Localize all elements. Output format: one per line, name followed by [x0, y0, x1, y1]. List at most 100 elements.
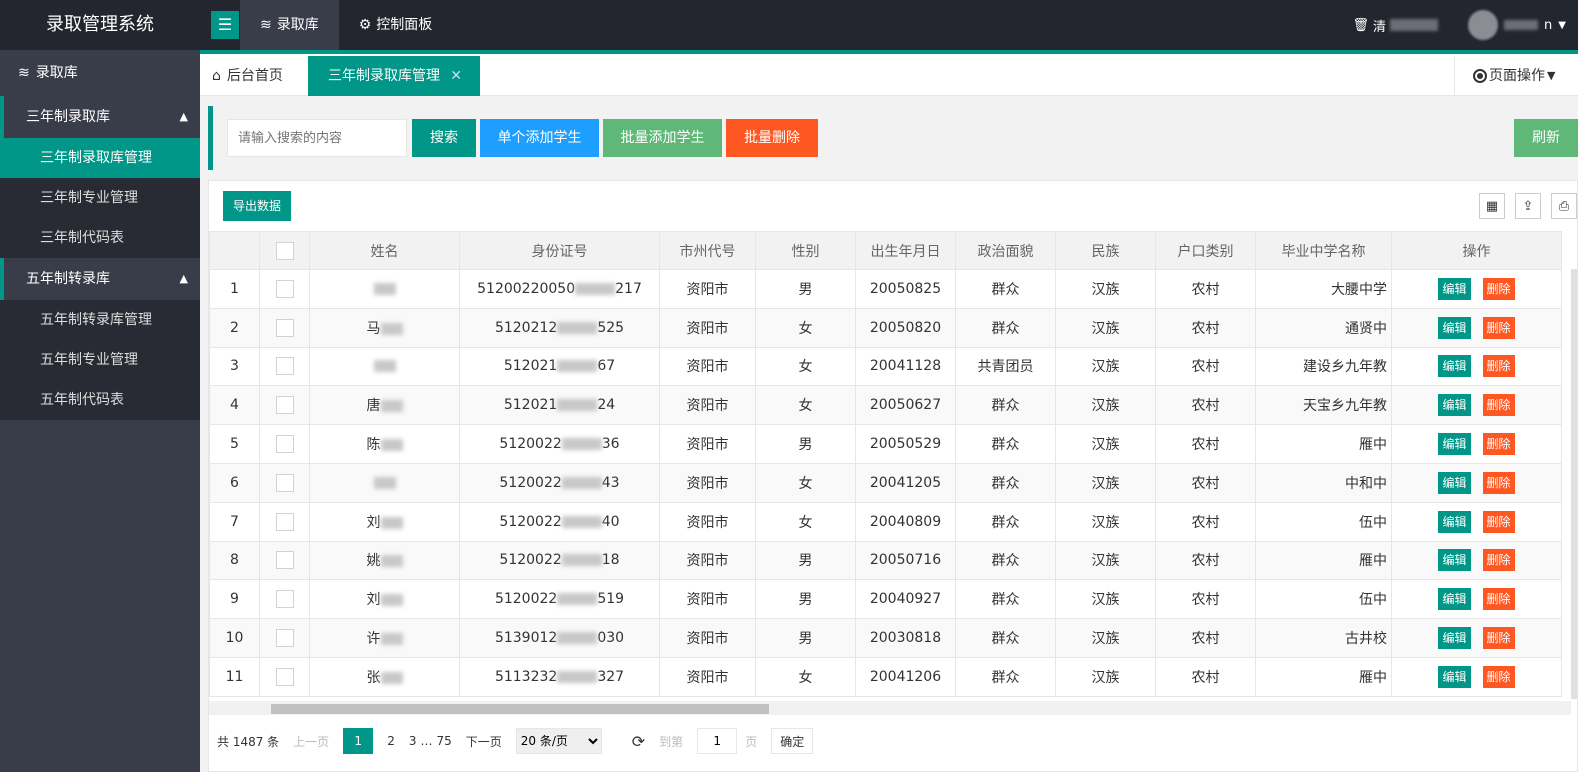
edit-button[interactable]: 编辑 — [1438, 394, 1471, 417]
print-icon[interactable]: ⎙ — [1551, 193, 1577, 219]
column-header[interactable]: 性别 — [755, 231, 856, 270]
page-number[interactable]: 2 — [387, 734, 395, 748]
row-select-cell[interactable] — [259, 462, 310, 503]
table-row[interactable]: 1 51200220050 217 资阳市男 20050825 群众 汉族 农村 大腰中学 编辑删… — [209, 269, 1562, 309]
batch-add-students-button[interactable]: 批量添加学生 — [603, 119, 722, 157]
table-row[interactable]: 10 许 5139012 030 资阳市男 20030818 群众 汉族 农村 古井校 编辑 删除 — [209, 618, 1562, 658]
select-all-checkbox[interactable] — [275, 241, 294, 260]
next-page-button[interactable]: 下一页 — [466, 733, 502, 750]
column-header[interactable]: 身份证号 — [459, 231, 660, 270]
delete-button[interactable]: 删除 — [1482, 316, 1515, 339]
edit-button[interactable]: 编辑 — [1438, 277, 1471, 300]
sidebar-head[interactable]: ≋ 录取库 — [0, 50, 200, 96]
sidebar-item-three-year-manage[interactable]: 三年制录取库管理 — [0, 138, 200, 178]
column-header[interactable]: 民族 — [1055, 231, 1156, 270]
prev-page-button[interactable]: 上一页 — [293, 733, 329, 750]
close-icon[interactable]: ✕ — [450, 56, 462, 96]
row-select-cell[interactable] — [259, 540, 310, 581]
edit-button[interactable]: 编辑 — [1438, 316, 1471, 339]
export-data-button[interactable]: 导出数据 — [223, 191, 292, 221]
delete-button[interactable]: 删除 — [1482, 277, 1515, 300]
table-row[interactable]: 6 5120022 43 资阳市女 20041205 群众 汉族 农村 中和中 编辑 删除 — [209, 462, 1562, 503]
delete-button[interactable]: 删除 — [1482, 588, 1515, 611]
column-header[interactable]: 户口类别 — [1155, 231, 1256, 270]
tab-home[interactable]: ⌂ 后台首页 — [212, 56, 283, 96]
page-operations-menu[interactable]: 页面操作 ▼ — [1454, 56, 1578, 96]
user-menu[interactable]: n ▼ — [1468, 10, 1566, 40]
row-select-cell[interactable] — [259, 656, 310, 697]
row-checkbox[interactable] — [275, 473, 294, 492]
tab-current[interactable]: 三年制录取库管理 ✕ — [308, 56, 480, 96]
row-select-cell[interactable] — [259, 385, 310, 426]
column-header[interactable]: 姓名 — [309, 231, 460, 270]
goto-confirm-button[interactable]: 确定 — [771, 728, 814, 754]
columns-filter-icon[interactable]: ▦ — [1479, 193, 1505, 219]
row-checkbox[interactable] — [275, 396, 294, 415]
add-single-student-button[interactable]: 单个添加学生 — [480, 119, 599, 157]
page-number[interactable]: 3 — [409, 734, 417, 748]
row-checkbox[interactable] — [275, 435, 294, 454]
sidebar-group-title[interactable]: 三年制录取库 ▲ — [0, 96, 200, 138]
sidebar-item-five-year-manage[interactable]: 五年制转录库管理 — [0, 300, 200, 340]
search-button[interactable]: 搜索 — [412, 119, 476, 157]
row-checkbox[interactable] — [275, 551, 294, 570]
column-header[interactable]: 市州代号 — [659, 231, 756, 270]
row-select-cell[interactable] — [259, 269, 310, 309]
table-row[interactable]: 2 马 5120212 525 资阳市女 20050820 群众 汉族 农村 通贤中 编辑 删除 — [209, 307, 1562, 348]
search-input[interactable] — [227, 119, 407, 157]
nav-control-panel[interactable]: ⚙ 控制面板 — [339, 0, 453, 50]
row-select-cell[interactable] — [259, 579, 310, 620]
sidebar-item-three-year-major[interactable]: 三年制专业管理 — [0, 178, 200, 218]
table-row[interactable]: 9 刘 5120022 519 资阳市男 20040927 群众 汉族 农村 伍中 编辑 删除 — [209, 579, 1562, 620]
nav-admission-library[interactable]: ≋ 录取库 — [240, 0, 339, 50]
goto-page-input[interactable] — [697, 728, 738, 754]
delete-button[interactable]: 删除 — [1482, 549, 1515, 572]
menu-toggle-icon[interactable]: ☰ — [211, 11, 239, 39]
edit-button[interactable]: 编辑 — [1438, 471, 1471, 494]
row-select-cell[interactable] — [259, 501, 310, 542]
refresh-button[interactable]: 刷新 — [1514, 119, 1578, 157]
sidebar-item-three-year-code[interactable]: 三年制代码表 — [0, 218, 200, 258]
table-row[interactable]: 7 刘 5120022 40 资阳市女 20040809 群众 汉族 农村 伍中 编辑 删除 — [209, 501, 1562, 542]
row-select-cell[interactable] — [259, 424, 310, 464]
row-checkbox[interactable] — [275, 629, 294, 648]
row-select-cell[interactable] — [259, 307, 310, 348]
edit-button[interactable]: 编辑 — [1438, 665, 1471, 688]
batch-delete-button[interactable]: 批量删除 — [726, 119, 818, 157]
edit-button[interactable]: 编辑 — [1438, 433, 1471, 456]
delete-button[interactable]: 删除 — [1482, 433, 1515, 456]
column-header-select[interactable] — [259, 231, 310, 270]
export-icon[interactable]: ⇪ — [1515, 193, 1541, 219]
table-row[interactable]: 8 姚 5120022 18 资阳市男 20050716 群众 汉族 农村 雁中 编辑 删除 — [209, 540, 1562, 581]
row-select-cell[interactable] — [259, 346, 310, 387]
delete-button[interactable]: 删除 — [1482, 510, 1515, 533]
edit-button[interactable]: 编辑 — [1438, 355, 1471, 378]
delete-button[interactable]: 删除 — [1482, 665, 1515, 688]
horizontal-scrollbar[interactable] — [209, 701, 1571, 715]
table-row[interactable]: 11 张 5113232 327 资阳市女 20041206 群众 汉族 农村 雁中 编辑 删除 — [209, 656, 1562, 697]
page-number-last[interactable]: 75 — [436, 734, 451, 748]
table-row[interactable]: 3 512021 67 资阳市女 20041128 共青团员 汉族 农村 建设乡九年教 编辑 删除 — [209, 346, 1562, 387]
sidebar-group-title[interactable]: 五年制转录库 ▲ — [0, 258, 200, 300]
table-row[interactable]: 5 陈 5120022 36 资阳市男 20050529 群众 汉族 农村 雁中 编辑 删除 — [209, 424, 1562, 464]
row-select-cell[interactable] — [259, 618, 310, 658]
row-checkbox[interactable] — [275, 512, 294, 531]
scrollbar-thumb[interactable] — [271, 704, 769, 714]
column-header[interactable]: 政治面貌 — [955, 231, 1056, 270]
clear-cache-button[interactable]: 🗑 清 — [1353, 16, 1439, 35]
row-checkbox[interactable] — [275, 318, 294, 337]
edit-button[interactable]: 编辑 — [1438, 627, 1471, 650]
delete-button[interactable]: 删除 — [1482, 627, 1515, 650]
table-row[interactable]: 4 唐 512021 24 资阳市女 20050627 群众 汉族 农村 天宝乡九年教 编辑 删除 — [209, 385, 1562, 426]
edit-button[interactable]: 编辑 — [1438, 588, 1471, 611]
row-checkbox[interactable] — [275, 590, 294, 609]
vertical-scrollbar[interactable] — [1571, 269, 1577, 699]
refresh-icon[interactable]: ⟳ — [632, 732, 645, 751]
sidebar-item-five-year-code[interactable]: 五年制代码表 — [0, 380, 200, 420]
column-header[interactable]: 出生年月日 — [855, 231, 956, 270]
delete-button[interactable]: 删除 — [1482, 355, 1515, 378]
sidebar-item-five-year-major[interactable]: 五年制专业管理 — [0, 340, 200, 380]
column-header[interactable]: 毕业中学名称 — [1255, 231, 1392, 270]
delete-button[interactable]: 删除 — [1482, 471, 1515, 494]
delete-button[interactable]: 删除 — [1482, 394, 1515, 417]
